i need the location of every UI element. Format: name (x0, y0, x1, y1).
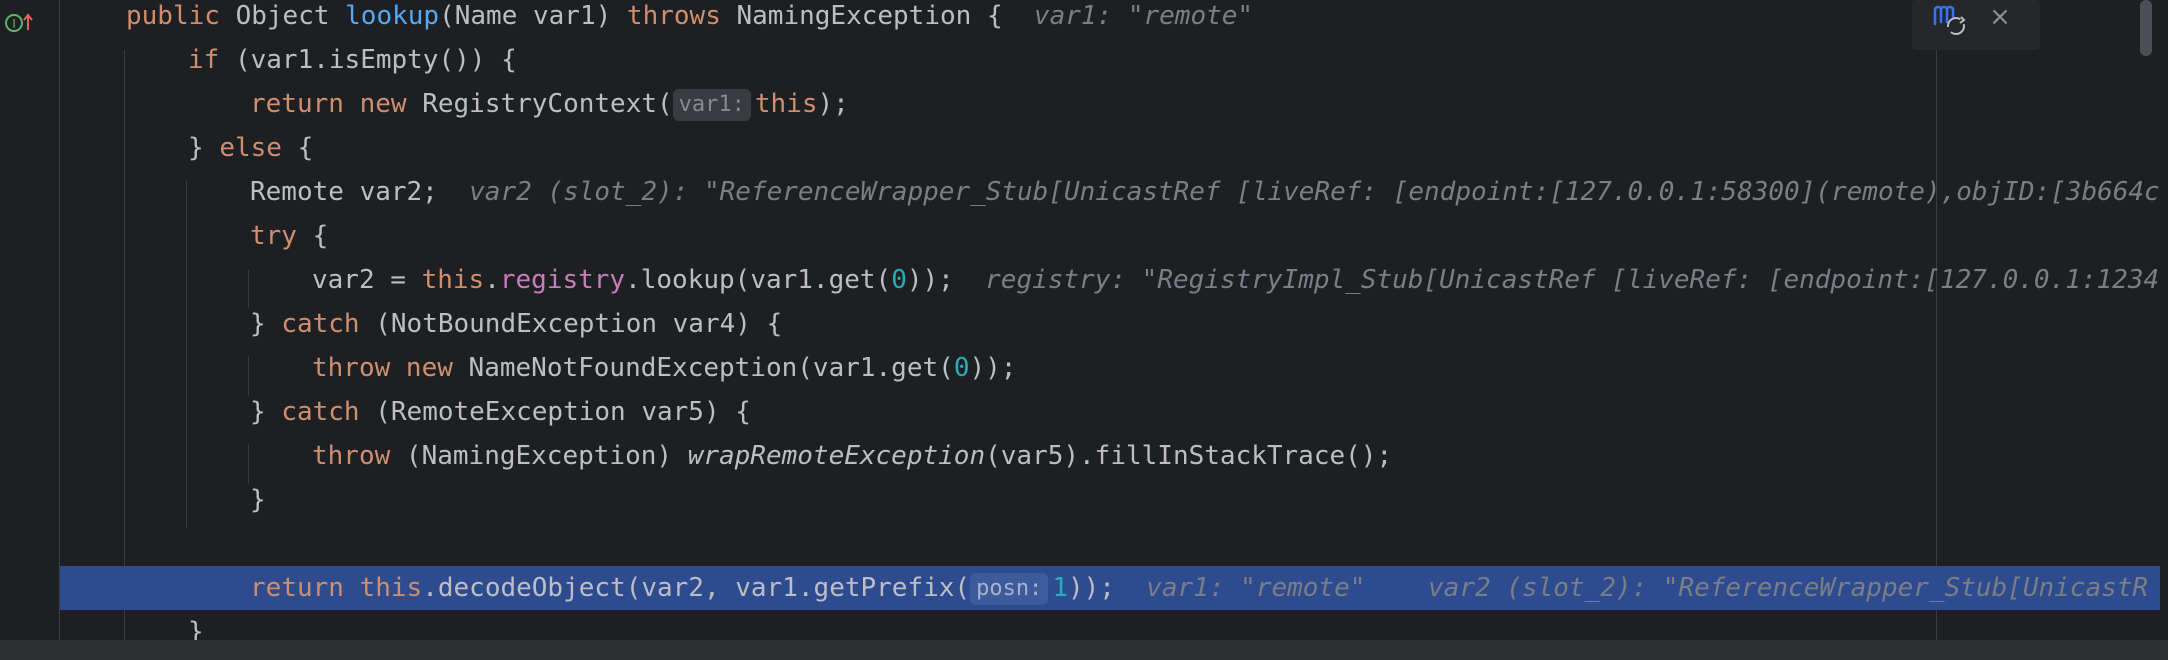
code-token: RegistryContext( (422, 89, 673, 119)
debug-inline-value: var1: "remote" var2 (slot_2): "Reference… (1146, 573, 2149, 603)
code-line-10[interactable]: } catch (RemoteException var5) { (0, 390, 2160, 434)
code-token: var2 = (312, 265, 422, 295)
code-token: (var5).fillInStackTrace(); (985, 441, 1393, 471)
code-line-1[interactable]: public Object lookup(Name var1) throws N… (0, 0, 2160, 38)
code-token: (Name var1) (439, 1, 627, 31)
code-token: )); (1067, 573, 1147, 603)
floating-toolbar: × (1912, 0, 2040, 50)
code-token: this (359, 573, 423, 603)
code-line-13[interactable] (0, 522, 2160, 566)
code-token: Object (235, 1, 346, 31)
code-token: } (250, 397, 282, 427)
code-token: ); (817, 89, 849, 119)
code-token: (NamingException) (405, 441, 688, 471)
code-line-12[interactable]: } (0, 478, 2160, 522)
code-token: wrapRemoteException (687, 441, 986, 471)
code-token: .lookup(var1.get( (625, 265, 892, 295)
code-token: { (297, 133, 314, 163)
code-token: try (250, 221, 313, 251)
code-token: . (484, 265, 500, 295)
parameter-hint: var1: (672, 88, 751, 121)
code-token: this (421, 265, 485, 295)
code-line-7[interactable]: var2 = this.registry.lookup(var1.get(0))… (0, 258, 2160, 302)
code-token: if (188, 45, 235, 75)
code-token: Remote var2; (250, 177, 470, 207)
debug-inline-value: registry: "RegistryImpl_Stub[UnicastRef … (985, 265, 2160, 295)
code-token: return (250, 573, 360, 603)
code-line-14-execution-point[interactable]: return this.decodeObject(var2, var1.getP… (60, 566, 2160, 610)
code-token: catch (281, 397, 376, 427)
code-token: throw (312, 441, 406, 471)
code-token: new (359, 89, 423, 119)
code-line-8[interactable]: } catch (NotBoundException var4) { (0, 302, 2160, 346)
code-token: .decodeObject(var2, var1.getPrefix( (422, 573, 971, 603)
code-token: new (405, 353, 469, 383)
code-token: return (250, 89, 360, 119)
code-token: } (250, 485, 266, 515)
code-line-6[interactable]: try { (0, 214, 2160, 258)
code-line-3[interactable]: return new RegistryContext(var1: this); (0, 82, 2160, 126)
code-token: registry (499, 265, 626, 295)
code-token: NamingException { (736, 1, 1034, 31)
code-token: (RemoteException var5) { (375, 397, 751, 427)
code-token: catch (281, 309, 376, 339)
code-token: { (312, 221, 329, 251)
parameter-hint: posn: (970, 572, 1049, 605)
code-token: else (219, 133, 298, 163)
code-token: throw (312, 353, 406, 383)
code-token: (var1.isEmpty()) { (234, 45, 517, 75)
code-token: 1 (1052, 573, 1068, 603)
code-token: )); (969, 353, 1017, 383)
code-token: } (188, 133, 220, 163)
maven-reload-icon[interactable] (1932, 2, 1970, 38)
code-line-9[interactable]: throw new NameNotFoundException(var1.get… (0, 346, 2160, 390)
code-token: 0 (891, 265, 907, 295)
vertical-scrollbar-thumb[interactable] (2140, 0, 2152, 56)
code-token: throws (626, 1, 737, 31)
debug-inline-value: var2 (slot_2): "ReferenceWrapper_Stub[Un… (469, 177, 2160, 207)
code-token: NameNotFoundException(var1.get( (468, 353, 954, 383)
code-token: 0 (953, 353, 970, 383)
debug-inline-value: var1: "remote" (1033, 1, 1254, 31)
code-line-5[interactable]: Remote var2; var2 (slot_2): "ReferenceWr… (0, 170, 2160, 214)
code-editor[interactable]: I public Object lookup(Name var1) throws… (0, 0, 2168, 660)
code-line-11[interactable]: throw (NamingException) wrapRemoteExcept… (0, 434, 2160, 478)
code-line-4[interactable]: } else { (0, 126, 2160, 170)
horizontal-scrollbar[interactable] (0, 640, 2168, 660)
code-token: lookup (345, 1, 440, 31)
code-token: this (754, 89, 818, 119)
code-token: public (126, 1, 236, 31)
code-line-2[interactable]: if (var1.isEmpty()) { (0, 38, 2160, 82)
code-token: (NotBoundException var4) { (375, 309, 783, 339)
close-icon[interactable]: × (1986, 0, 2014, 34)
code-token: } (250, 309, 282, 339)
code-token: )); (906, 265, 986, 295)
